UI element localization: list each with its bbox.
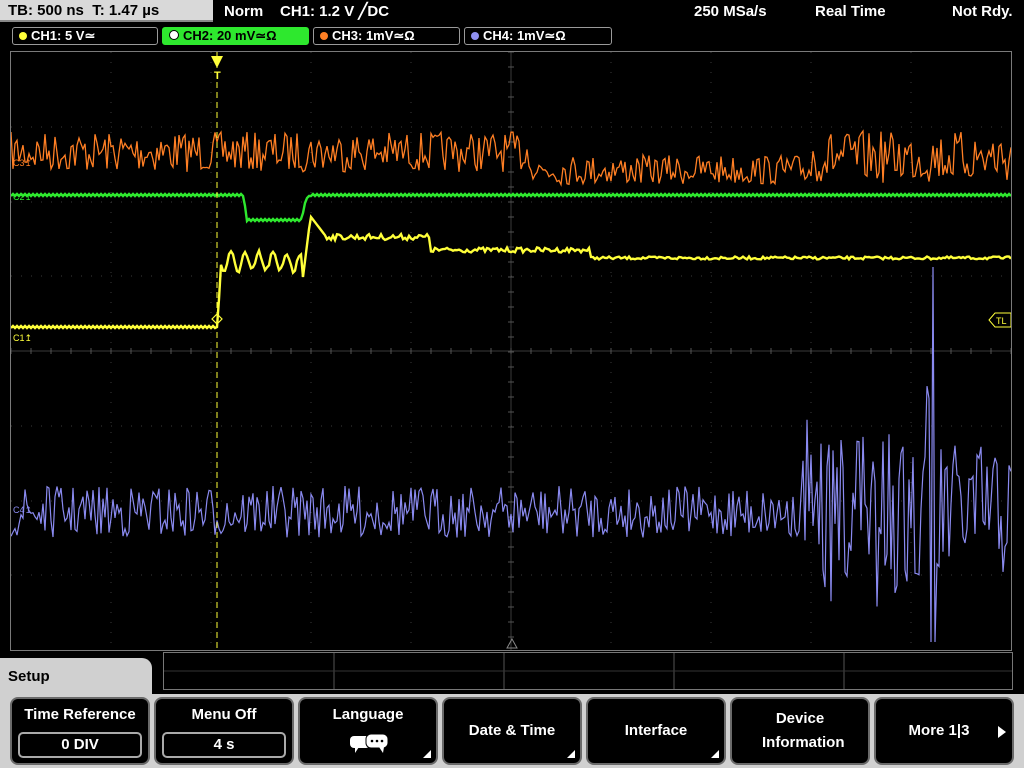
sample-rate: 250 MSa/s [694, 3, 767, 20]
waveform-display[interactable]: T C3↥ C2↥ C1↥ C4↥ TL [10, 51, 1012, 651]
device-information-label: Device Information [762, 710, 845, 751]
tab-ch1[interactable]: CH1: 5 V≃ [12, 27, 158, 45]
run-state: Not Rdy. [952, 3, 1013, 20]
c3-marker[interactable]: C3↥ [13, 158, 32, 168]
ch2-label: CH2: 20 mV≃Ω [183, 28, 277, 43]
next-page-arrow-icon [998, 726, 1006, 738]
interface-button[interactable]: Interface [586, 697, 726, 765]
date-time-label: Date & Time [468, 722, 556, 739]
device-information-button[interactable]: Device Information [730, 697, 870, 765]
ch1-dot-icon [19, 32, 27, 40]
menu-title-tab: Setup [0, 658, 152, 698]
ch2-dot-icon [169, 30, 179, 40]
center-marker-icon [506, 637, 518, 649]
ch4-dot-icon [471, 32, 479, 40]
tab-ch4[interactable]: CH4: 1mV≃Ω [464, 27, 612, 45]
c4-marker[interactable]: C4↥ [13, 505, 32, 515]
date-time-submenu-icon [567, 750, 575, 758]
ch1-label: CH1: 5 V≃ [31, 28, 96, 43]
timebase-value: TB: 500 ns [8, 2, 84, 19]
more-label: More 1|3 [908, 722, 970, 739]
interface-submenu-icon [711, 750, 719, 758]
ch3-label: CH3: 1mV≃Ω [332, 28, 415, 43]
time-reference-value: 0 DIV [18, 732, 142, 758]
menu-title: Setup [8, 668, 50, 685]
acquisition-mode: Real Time [815, 3, 886, 20]
tl-marker: TL [996, 316, 1007, 326]
date-time-button[interactable]: Date & Time [442, 697, 582, 765]
time-reference-button[interactable]: Time Reference 0 DIV [10, 697, 150, 765]
speech-bubble-icon [350, 733, 389, 753]
ch4-label: CH4: 1mV≃Ω [483, 28, 566, 43]
menu-off-label: Menu Off [191, 706, 257, 723]
history-grid-svg [164, 653, 1012, 689]
trigger-marker-label: T [214, 70, 221, 82]
menu-off-value: 4 s [162, 732, 286, 758]
tab-ch3[interactable]: CH3: 1mV≃Ω [313, 27, 460, 45]
ch3-dot-icon [320, 32, 328, 40]
time-reference-label: Time Reference [24, 706, 136, 723]
c1-marker[interactable]: C1↥ [13, 333, 32, 343]
c2-marker[interactable]: C2↥ [13, 192, 32, 202]
more-button[interactable]: More 1|3 [874, 697, 1014, 765]
trigger-mode[interactable]: Norm [224, 2, 263, 22]
trigger-info[interactable]: CH1: 1.2 V ╱DC [280, 2, 389, 22]
language-label: Language [332, 706, 404, 723]
trigger-time-value: T: 1.47 µs [92, 2, 160, 19]
menu-off-button[interactable]: Menu Off 4 s [154, 697, 294, 765]
language-button[interactable]: Language [298, 697, 438, 765]
language-submenu-icon [423, 750, 431, 758]
interface-label: Interface [624, 722, 688, 739]
trigger-marker-icon[interactable] [211, 56, 223, 68]
waveform-svg: T C3↥ C2↥ C1↥ C4↥ TL [11, 52, 1011, 650]
history-strip [163, 652, 1013, 690]
timebase-box[interactable]: TB: 500 ns T: 1.47 µs [0, 0, 213, 22]
tab-ch2[interactable]: CH2: 20 mV≃Ω [162, 27, 309, 45]
